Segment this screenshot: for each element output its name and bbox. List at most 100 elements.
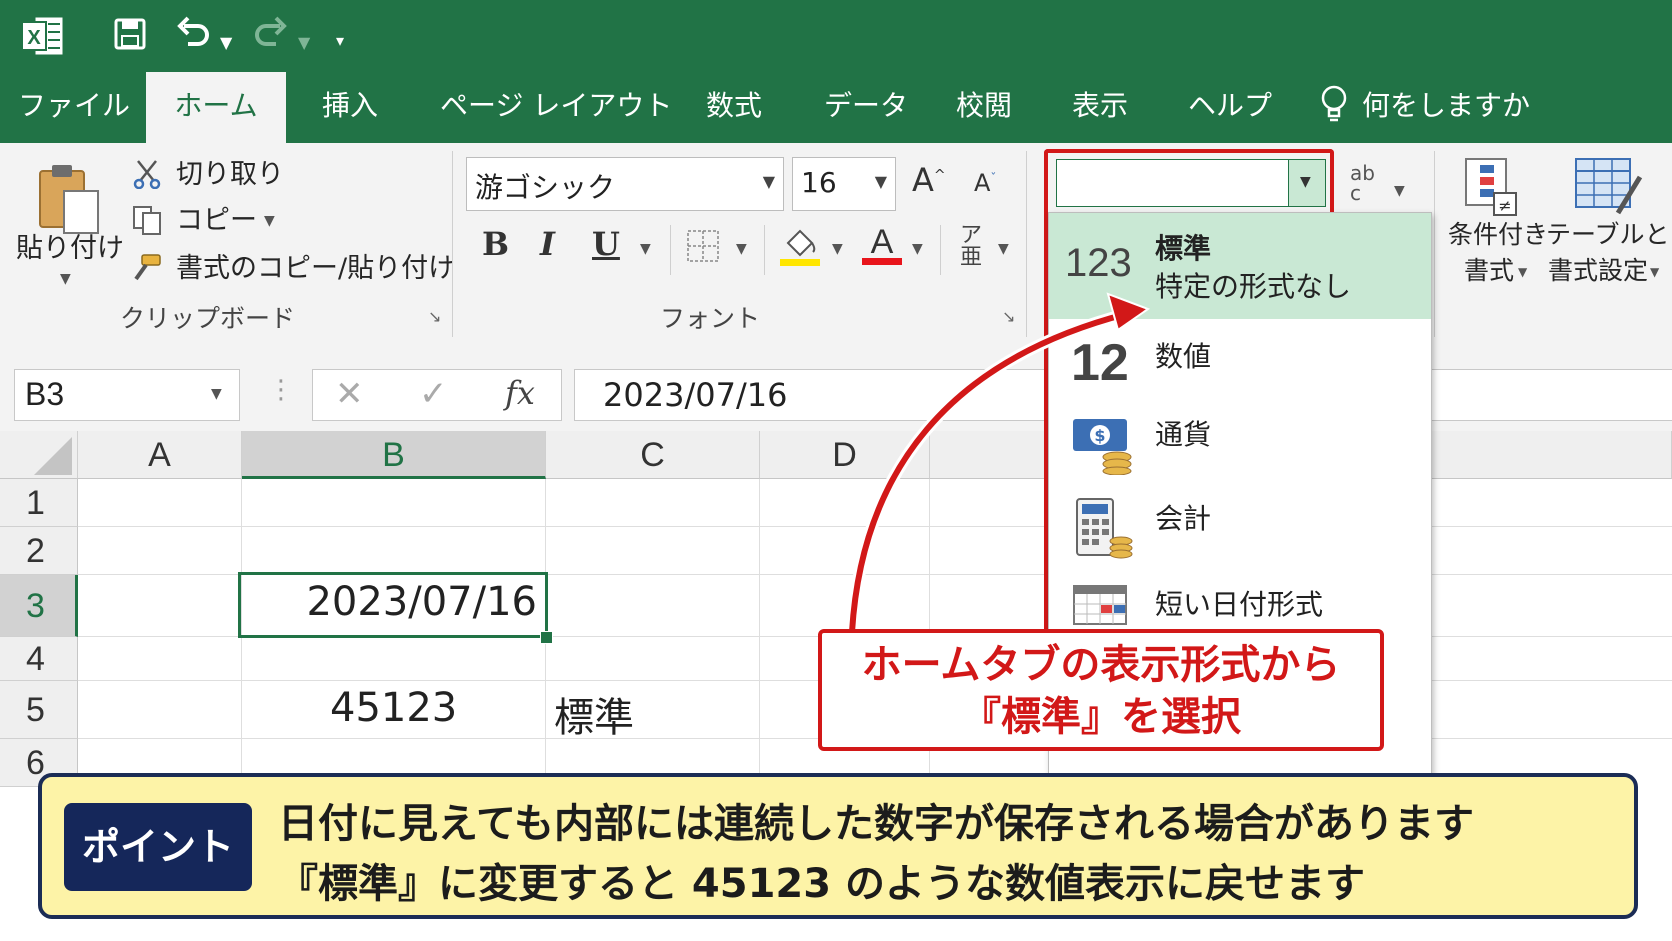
fill-handle[interactable]: [540, 631, 553, 644]
format-option-label: 通貨: [1155, 418, 1212, 451]
format-as-table-icon[interactable]: [1574, 157, 1644, 219]
note-line-2: 『標準』に変更すると 45123 のような数値表示に戻せます: [278, 861, 1366, 907]
svg-text:X: X: [27, 27, 41, 49]
svg-text:≠: ≠: [1498, 196, 1511, 215]
column-header-d[interactable]: D: [760, 431, 930, 479]
divider: [940, 225, 941, 275]
enter-icon[interactable]: ✓: [419, 374, 448, 414]
borders-dropdown-icon[interactable]: ▼: [736, 241, 747, 257]
chevron-down-icon[interactable]: ▼: [1518, 265, 1527, 279]
format-option-label: 数値: [1155, 340, 1212, 373]
replace-icon[interactable]: ab c: [1350, 163, 1375, 203]
point-badge: ポイント: [64, 803, 252, 891]
copy-dropdown-icon[interactable]: ▼: [264, 213, 275, 229]
format-as-table-label-1[interactable]: テーブルとして: [1546, 219, 1672, 251]
tab-formulas[interactable]: 数式: [706, 88, 762, 124]
chevron-down-icon[interactable]: ▼: [1650, 265, 1659, 279]
phonetic-dropdown-icon[interactable]: ▼: [998, 241, 1009, 257]
undo-dropdown-icon[interactable]: ▼: [220, 26, 232, 60]
cell-c5-value[interactable]: 標準: [554, 685, 634, 743]
column-header-c[interactable]: C: [546, 431, 760, 479]
chevron-down-icon[interactable]: ▼: [211, 386, 222, 402]
callout-line-2: 『標準』を選択: [961, 694, 1241, 740]
chevron-down-icon: ▼: [762, 172, 775, 191]
tab-view[interactable]: 表示: [1072, 88, 1128, 124]
conditional-formatting-label-1[interactable]: 条件付き: [1448, 219, 1548, 251]
tab-page-layout[interactable]: ページ レイアウト: [440, 88, 672, 124]
splitter-handle-icon[interactable]: ⋮: [268, 375, 294, 405]
font-color-dropdown-icon[interactable]: ▼: [912, 241, 923, 257]
cut-button[interactable]: 切り取り: [176, 159, 284, 191]
format-option-currency[interactable]: $ 通貨: [1049, 403, 1431, 485]
point-note: ポイント 日付に見えても内部には連続した数字が保存される場合があります 『標準』…: [38, 773, 1638, 919]
format-option-accounting[interactable]: 会計: [1049, 485, 1431, 569]
tell-me-search[interactable]: 何をしますか: [1362, 88, 1530, 124]
active-cell-b3[interactable]: 2023/07/16: [238, 572, 548, 638]
copy-button[interactable]: コピー: [176, 205, 257, 237]
row-header-5[interactable]: 5: [0, 681, 78, 739]
select-all-triangle-icon: [34, 437, 72, 475]
format-option-sublabel: 特定の形式なし: [1155, 270, 1352, 303]
italic-button[interactable]: I: [540, 225, 555, 263]
divider: [670, 225, 671, 275]
font-group-label: フォント: [660, 304, 761, 333]
fill-color-icon[interactable]: [780, 225, 820, 267]
font-size-value: 16: [801, 166, 837, 199]
conditional-formatting-icon[interactable]: ≠: [1464, 157, 1520, 219]
font-name-select[interactable]: 游ゴシック ▼: [466, 157, 784, 211]
formula-buttons: ✕ ✓ fx: [312, 369, 562, 421]
paste-dropdown-icon[interactable]: ▼: [60, 271, 71, 287]
cancel-icon[interactable]: ✕: [335, 374, 364, 414]
tab-file[interactable]: ファイル: [18, 88, 130, 124]
title-bar: X ▼ ▼ ▾: [0, 0, 1672, 68]
format-option-number[interactable]: 12 数値: [1049, 319, 1431, 403]
chevron-down-icon: ▼: [1300, 174, 1311, 190]
font-color-icon[interactable]: A: [862, 223, 902, 267]
conditional-formatting-label-2[interactable]: 書式: [1464, 255, 1514, 287]
divider: [1434, 151, 1435, 337]
underline-button[interactable]: U: [592, 225, 620, 263]
clipboard-launcher-icon[interactable]: ↘: [428, 307, 441, 326]
paste-icon[interactable]: [36, 161, 104, 237]
undo-icon[interactable]: [176, 16, 212, 50]
format-option-general[interactable]: 123 標準 特定の形式なし: [1049, 213, 1431, 319]
tab-review[interactable]: 校閲: [956, 88, 1012, 124]
callout-line-1: ホームタブの表示形式から: [861, 642, 1341, 688]
tab-home[interactable]: ホーム: [146, 72, 286, 143]
customize-icon[interactable]: ▾: [336, 24, 344, 58]
row-header-2[interactable]: 2: [0, 527, 78, 575]
row-header-3[interactable]: 3: [0, 575, 78, 637]
fill-color-dropdown-icon[interactable]: ▼: [832, 241, 843, 257]
scissors-icon: [133, 160, 161, 189]
format-as-table-label-2[interactable]: 書式設定: [1548, 255, 1648, 287]
font-size-select[interactable]: 16 ▼: [792, 157, 896, 211]
select-all-corner[interactable]: [0, 431, 78, 479]
name-box-value: B3: [25, 376, 65, 412]
tab-data[interactable]: データ: [824, 88, 908, 124]
redo-icon[interactable]: [252, 16, 288, 50]
gridline: [78, 526, 1672, 527]
font-launcher-icon[interactable]: ↘: [1002, 307, 1015, 326]
format-painter-button[interactable]: 書式のコピー/貼り付け: [176, 253, 455, 285]
insert-function-button[interactable]: fx: [505, 374, 535, 412]
row-header-4[interactable]: 4: [0, 637, 78, 681]
svg-text:$: $: [1094, 426, 1105, 445]
save-icon[interactable]: [114, 18, 146, 50]
decrease-font-size-icon[interactable]: Aˇ: [974, 169, 996, 197]
phonetic-icon[interactable]: ア亜: [960, 225, 982, 269]
row-header-1[interactable]: 1: [0, 479, 78, 527]
tab-help[interactable]: ヘルプ: [1188, 88, 1272, 124]
general-123-icon: 123: [1065, 241, 1132, 285]
cell-b5-value[interactable]: 45123: [330, 685, 457, 731]
underline-dropdown-icon[interactable]: ▼: [640, 241, 651, 257]
borders-icon[interactable]: [686, 229, 720, 263]
column-header-a[interactable]: A: [78, 431, 242, 479]
copy-icon: [133, 206, 161, 235]
tab-insert[interactable]: 挿入: [322, 88, 378, 124]
replace-dropdown-icon[interactable]: ▼: [1394, 183, 1405, 199]
paste-button[interactable]: 貼り付け: [16, 233, 124, 265]
name-box[interactable]: B3 ▼: [14, 369, 240, 421]
column-header-b[interactable]: B: [242, 431, 546, 479]
increase-font-size-icon[interactable]: A^: [912, 161, 946, 199]
bold-button[interactable]: B: [482, 225, 509, 263]
